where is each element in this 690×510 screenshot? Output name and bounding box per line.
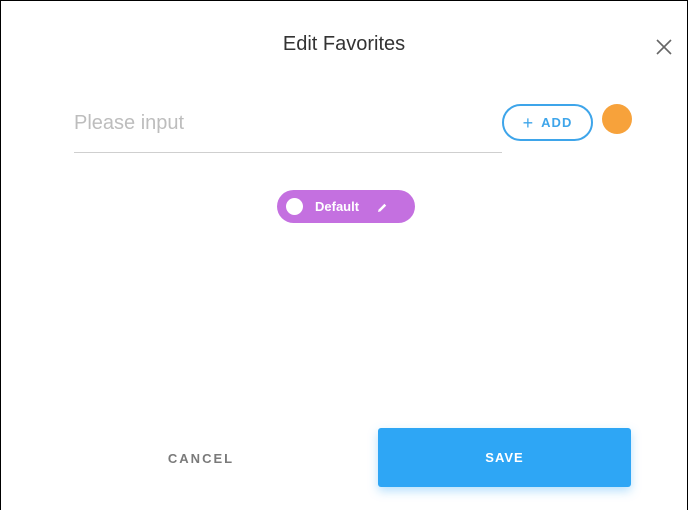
color-picker-swatch[interactable]: [602, 104, 632, 134]
plus-icon: +: [522, 112, 535, 133]
favorite-name-input[interactable]: [74, 104, 502, 142]
edit-favorites-dialog: Edit Favorites + ADD Default CANCEL SAVE: [0, 0, 688, 510]
add-button[interactable]: + ADD: [502, 104, 593, 141]
add-button-label: ADD: [541, 115, 573, 130]
save-button[interactable]: SAVE: [378, 428, 631, 487]
pencil-icon[interactable]: [376, 201, 388, 213]
favorite-tag-default[interactable]: Default: [277, 190, 415, 223]
tag-toggle-knob: [286, 198, 303, 215]
dialog-title: Edit Favorites: [282, 33, 406, 55]
tag-label: Default: [315, 199, 360, 214]
close-icon[interactable]: [655, 38, 673, 56]
favorite-name-field: [74, 104, 502, 153]
cancel-button[interactable]: CANCEL: [141, 441, 261, 475]
